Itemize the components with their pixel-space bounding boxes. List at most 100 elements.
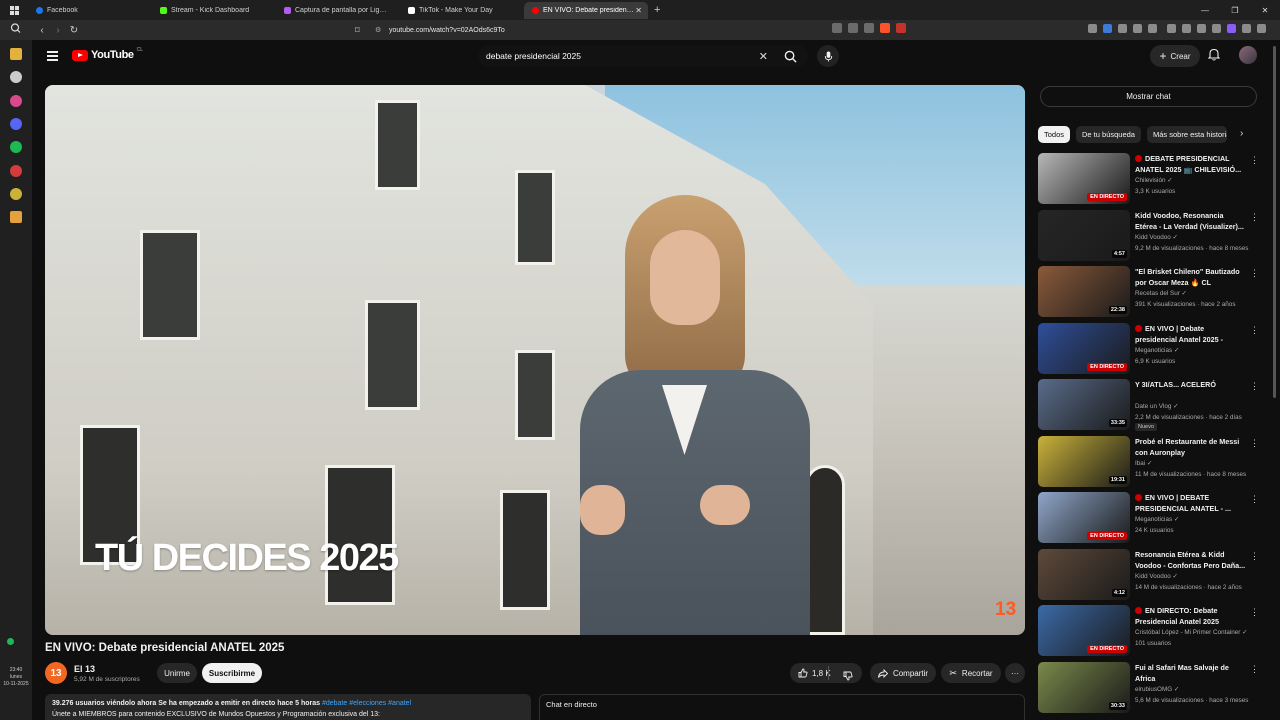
new-tab-button[interactable]: + (654, 4, 660, 16)
recommended-title[interactable]: EN VIVO | Debate presidencial Anatel 202… (1135, 323, 1247, 345)
close-window-button[interactable]: ✕ (1250, 6, 1280, 15)
site-info-icon[interactable]: ⚙ (375, 26, 389, 34)
more-options-icon[interactable]: ⋮ (1250, 325, 1259, 336)
more-options-icon[interactable]: ⋮ (1250, 212, 1259, 223)
back-button[interactable]: ‹ (34, 25, 50, 36)
menu-icon[interactable] (1257, 24, 1266, 33)
video-thumbnail[interactable]: 4:57 (1038, 209, 1130, 261)
recommended-title[interactable]: Probé el Restaurante de Messi con Auronp… (1135, 436, 1247, 458)
like-button[interactable]: 1,8 K (798, 668, 831, 678)
video-thumbnail[interactable]: 4:12 (1038, 548, 1130, 600)
wallet-icon[interactable] (1197, 24, 1206, 33)
clip-button[interactable]: ✂ Recortar (941, 663, 1001, 683)
more-options-icon[interactable]: ⋮ (1250, 155, 1259, 166)
channel-avatar[interactable]: 13 (45, 662, 67, 684)
taskbar-clock[interactable]: 23:40 lunes 10-11-2025 (2, 667, 30, 688)
music-icon[interactable] (1167, 24, 1176, 33)
recommended-video[interactable]: EN DIRECTO EN VIVO | Debate presidencial … (1038, 322, 1260, 376)
tab-lightshot[interactable]: Captura de pantalla por Lightshot (276, 2, 400, 19)
maximize-button[interactable]: ❐ (1220, 6, 1250, 15)
brave-rewards-icon[interactable] (896, 23, 906, 33)
video-thumbnail[interactable]: EN DIRECTO (1038, 322, 1130, 374)
channel-name[interactable]: El 13 (74, 664, 95, 674)
create-button[interactable]: + Crear (1150, 45, 1200, 67)
video-thumbnail[interactable]: 30:33 (1038, 661, 1130, 713)
recommended-channel[interactable]: Recetas del Sur ✓ (1135, 290, 1187, 297)
recommended-channel[interactable]: Date un Vlog ✓ (1135, 403, 1178, 410)
extension-icon[interactable] (1148, 24, 1157, 33)
more-options-icon[interactable]: ⋮ (1250, 268, 1259, 279)
chip-from-search[interactable]: De tu búsqueda (1076, 126, 1141, 143)
close-tab-icon[interactable]: ✕ (635, 6, 642, 15)
dislike-button[interactable] (843, 668, 853, 686)
video-thumbnail[interactable]: 33:35 (1038, 379, 1130, 430)
zoom-icon[interactable] (848, 23, 858, 33)
shield-icon[interactable] (10, 71, 22, 83)
recommended-channel[interactable]: Chilevisión ✓ (1135, 177, 1172, 184)
folder-icon[interactable] (10, 48, 22, 60)
recommended-video[interactable]: 4:57 Kidd Voodoo, Resonancia Etérea - La … (1038, 209, 1260, 263)
menu-hamburger-icon[interactable] (47, 51, 58, 63)
spotify-icon[interactable] (10, 141, 22, 153)
voice-search-button[interactable] (817, 45, 839, 67)
youtube-logo[interactable]: YouTube CL (72, 47, 143, 61)
tab-youtube-active[interactable]: EN VIVO: Debate presidencial AN... ✕ (524, 1, 648, 19)
more-options-icon[interactable]: ⋮ (1250, 381, 1259, 392)
media-icon[interactable] (10, 95, 22, 107)
recommended-title[interactable]: EN DIRECTO: Debate Presidencial Anatel 2… (1135, 605, 1247, 627)
address-bar[interactable]: ⌑ ⚙ youtube.com/watch?v=02AOds6c9To (355, 22, 915, 38)
recommended-title[interactable]: DEBATE PRESIDENCIAL ANATEL 2025 📺 CHILEV… (1135, 153, 1247, 175)
extension-icon[interactable] (1118, 24, 1127, 33)
live-chat-header[interactable]: Chat en directo (539, 694, 1025, 720)
page-scrollbar[interactable] (1273, 46, 1276, 398)
profile-icon[interactable] (1242, 24, 1251, 33)
windows-logo-icon[interactable] (0, 0, 28, 20)
recommended-channel[interactable]: Kidd Voodoo ✓ (1135, 573, 1178, 580)
chip-more-story[interactable]: Más sobre esta historia (1146, 126, 1227, 143)
recommended-channel[interactable]: Kidd Voodoo ✓ (1135, 234, 1178, 241)
more-options-icon[interactable]: ⋮ (1250, 607, 1259, 618)
video-thumbnail[interactable]: 19:31 (1038, 435, 1130, 487)
bookmark-icon[interactable]: ⌑ (355, 25, 375, 36)
more-options-icon[interactable]: ⋮ (1250, 664, 1259, 675)
recommended-video[interactable]: EN DIRECTO DEBATE PRESIDENCIAL ANATEL 202… (1038, 153, 1260, 206)
hashtags[interactable]: #debate #elecciones #anatel (320, 700, 411, 707)
notifications-bell-icon[interactable] (1207, 48, 1221, 66)
app-icon[interactable] (10, 165, 22, 177)
description-box[interactable]: 39.276 usuarios viéndolo ahora Se ha emp… (45, 694, 531, 720)
extension-icon[interactable] (1103, 24, 1112, 33)
show-chat-button[interactable]: Mostrar chat (1040, 86, 1257, 107)
chip-todos[interactable]: Todos (1038, 126, 1071, 143)
video-thumbnail[interactable]: EN DIRECTO (1038, 153, 1130, 204)
leo-icon[interactable] (1227, 24, 1236, 33)
discord-icon[interactable] (10, 118, 22, 130)
recommended-channel[interactable]: Meganoticias ✓ (1135, 516, 1179, 523)
video-thumbnail[interactable]: 22:38 (1038, 266, 1130, 317)
recommended-title[interactable]: Y 3I/ATLAS... ACELERÓ (1135, 379, 1247, 390)
recommended-channel[interactable]: Cristóbal López - Mi Primer Container ✓ (1135, 629, 1247, 636)
screenshot-icon[interactable] (832, 23, 842, 33)
wifi-icon[interactable] (7, 638, 14, 645)
recommended-video[interactable]: 4:12 Resonancia Etérea & Kidd Voodoo - Co… (1038, 548, 1260, 602)
app-icon[interactable] (10, 211, 22, 223)
recommended-channel[interactable]: Meganoticias ✓ (1135, 347, 1179, 354)
join-button[interactable]: Unirme (157, 663, 197, 683)
recommended-title[interactable]: Resonancia Etérea & Kidd Voodoo - Confor… (1135, 549, 1247, 571)
share-page-icon[interactable] (864, 23, 874, 33)
video-thumbnail[interactable]: EN DIRECTO (1038, 492, 1130, 543)
clear-search-icon[interactable]: ✕ (759, 50, 768, 63)
extension-icon[interactable] (1133, 24, 1142, 33)
subscribe-button[interactable]: Suscribirme (202, 663, 262, 683)
forward-button[interactable]: › (50, 25, 66, 36)
recommended-video[interactable]: EN DIRECTO EN DIRECTO: Debate Presidencia… (1038, 605, 1260, 658)
more-options-icon[interactable]: ⋮ (1250, 494, 1259, 505)
recommended-title[interactable]: Kidd Voodoo, Resonancia Etérea - La Verd… (1135, 210, 1247, 232)
recommended-title[interactable]: "El Brisket Chileno" Bautizado por Oscar… (1135, 266, 1247, 288)
chips-next-chevron-icon[interactable]: › (1240, 128, 1243, 139)
search-icon[interactable] (0, 21, 34, 39)
recommended-video[interactable]: 30:33 Fui al Safari Mas Salvaje de Africa… (1038, 661, 1260, 715)
recommended-video[interactable]: 33:35 Y 3I/ATLAS... ACELERÓ Date un Vlog ✓… (1038, 379, 1260, 432)
tab-facebook[interactable]: Facebook (28, 2, 152, 19)
video-thumbnail[interactable]: EN DIRECTO (1038, 605, 1130, 656)
extension-icon[interactable] (1088, 24, 1097, 33)
